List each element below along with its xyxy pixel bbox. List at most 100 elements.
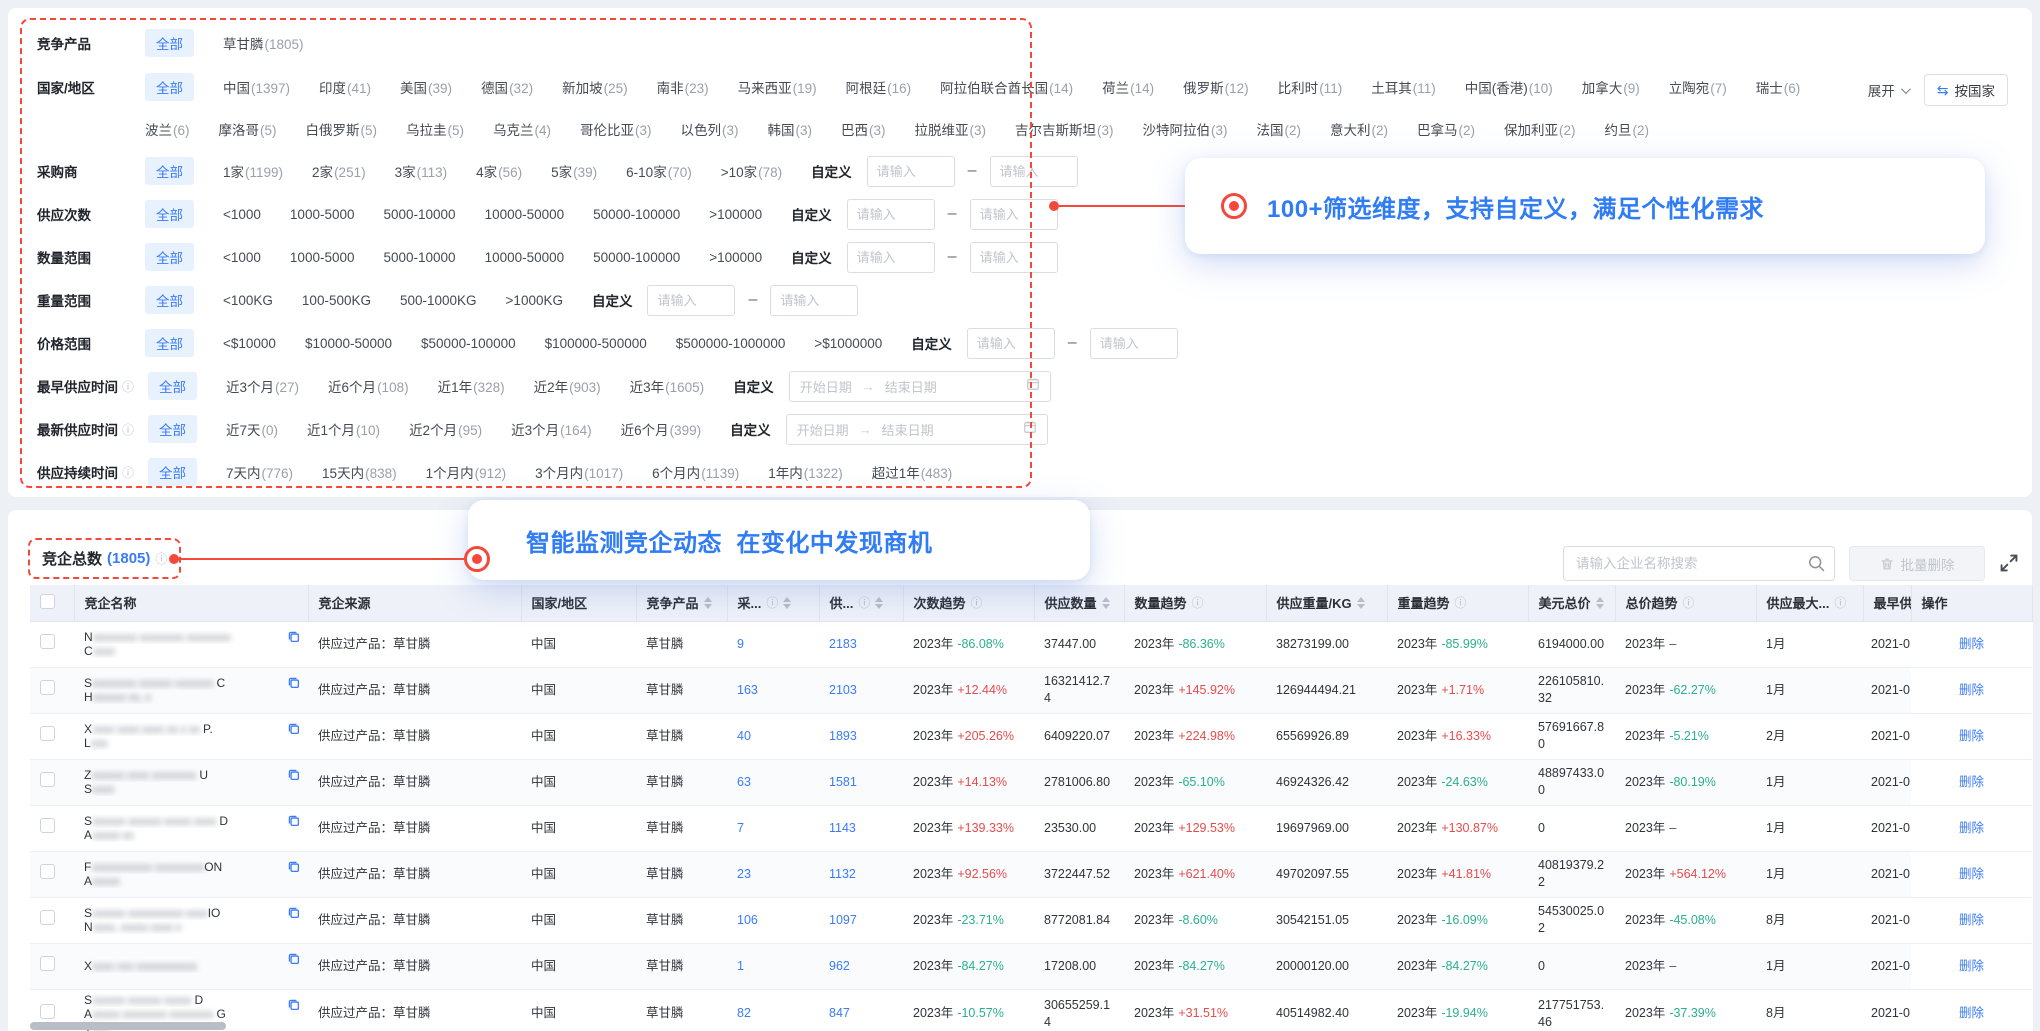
- fullscreen-icon[interactable]: [1998, 552, 2020, 574]
- custom-max-input[interactable]: [770, 285, 858, 316]
- custom-option[interactable]: 自定义: [791, 204, 832, 224]
- search-input[interactable]: [1563, 546, 1835, 581]
- custom-max-input[interactable]: [1090, 328, 1178, 359]
- filter-option[interactable]: 5000-10000: [383, 207, 455, 222]
- filter-all-chip[interactable]: 全部: [148, 415, 197, 443]
- filter-option[interactable]: 哥伦比亚(3): [580, 119, 652, 139]
- filter-option[interactable]: 近2个月(95): [409, 419, 482, 439]
- sort-icon[interactable]: [1102, 597, 1110, 609]
- row-checkbox[interactable]: [40, 726, 55, 741]
- buyers-count-cell[interactable]: 82: [727, 989, 819, 1031]
- delete-link[interactable]: 删除: [1959, 959, 1984, 973]
- info-icon[interactable]: ⓘ: [122, 378, 134, 395]
- row-checkbox[interactable]: [40, 772, 55, 787]
- supply-times-cell[interactable]: 1893: [819, 713, 903, 759]
- delete-link[interactable]: 删除: [1959, 913, 1984, 927]
- filter-option[interactable]: 荷兰(14): [1102, 77, 1154, 97]
- filter-option[interactable]: 2家(251): [312, 161, 366, 181]
- supply-times-cell[interactable]: 1581: [819, 759, 903, 805]
- filter-option[interactable]: 近3年(1605): [630, 376, 705, 396]
- row-checkbox[interactable]: [40, 818, 55, 833]
- custom-option[interactable]: 自定义: [733, 376, 774, 396]
- copy-icon[interactable]: [287, 998, 300, 1014]
- row-checkbox[interactable]: [40, 634, 55, 649]
- info-icon[interactable]: ⓘ: [1683, 594, 1695, 611]
- delete-link[interactable]: 删除: [1959, 821, 1984, 835]
- copy-icon[interactable]: [287, 860, 300, 876]
- info-icon[interactable]: ⓘ: [122, 464, 134, 481]
- buyers-count-cell[interactable]: 7: [727, 805, 819, 851]
- filter-option[interactable]: 6个月内(1139): [652, 462, 739, 482]
- supply-times-cell[interactable]: 1143: [819, 805, 903, 851]
- buyers-count-cell[interactable]: 9: [727, 621, 819, 667]
- filter-option[interactable]: 中国(香港)(10): [1465, 77, 1553, 97]
- filter-option[interactable]: 15天内(838): [322, 462, 397, 482]
- delete-link[interactable]: 删除: [1959, 729, 1984, 743]
- filter-option[interactable]: <$10000: [223, 336, 276, 351]
- filter-option[interactable]: 马来西亚(19): [738, 77, 817, 97]
- filter-option[interactable]: 1000-5000: [290, 250, 355, 265]
- supply-times-cell[interactable]: 962: [819, 943, 903, 989]
- custom-max-input[interactable]: [970, 199, 1058, 230]
- filter-all-chip[interactable]: 全部: [145, 29, 194, 57]
- filter-all-chip[interactable]: 全部: [145, 329, 194, 357]
- filter-option[interactable]: 乌拉圭(5): [406, 119, 464, 139]
- filter-option[interactable]: >100000: [709, 250, 762, 265]
- copy-icon[interactable]: [287, 676, 300, 692]
- filter-option[interactable]: $100000-500000: [545, 336, 647, 351]
- filter-option[interactable]: >100000: [709, 207, 762, 222]
- delete-link[interactable]: 删除: [1959, 637, 1984, 651]
- filter-option[interactable]: 乌克兰(4): [493, 119, 551, 139]
- filter-option[interactable]: <100KG: [223, 293, 273, 308]
- filter-option[interactable]: 近3个月(164): [511, 419, 592, 439]
- row-checkbox[interactable]: [40, 864, 55, 879]
- custom-min-input[interactable]: [847, 242, 935, 273]
- supply-times-cell[interactable]: 847: [819, 989, 903, 1031]
- filter-option[interactable]: 瑞士(6): [1756, 77, 1801, 97]
- sort-icon[interactable]: [704, 597, 712, 609]
- filter-option[interactable]: 10000-50000: [485, 250, 565, 265]
- filter-option[interactable]: 50000-100000: [593, 250, 680, 265]
- filter-option[interactable]: $10000-50000: [305, 336, 392, 351]
- filter-option[interactable]: 俄罗斯(12): [1183, 77, 1249, 97]
- filter-option[interactable]: 近2年(903): [534, 376, 601, 396]
- info-icon[interactable]: ⓘ: [122, 421, 134, 438]
- filter-option[interactable]: 德国(32): [481, 77, 533, 97]
- date-range-picker[interactable]: 开始日期→结束日期: [786, 414, 1048, 445]
- filter-option[interactable]: >$1000000: [814, 336, 882, 351]
- filter-all-chip[interactable]: 全部: [145, 200, 194, 228]
- custom-min-input[interactable]: [867, 156, 955, 187]
- filter-all-chip[interactable]: 全部: [145, 73, 194, 101]
- filter-option[interactable]: 10000-50000: [485, 207, 565, 222]
- custom-min-input[interactable]: [647, 285, 735, 316]
- filter-all-chip[interactable]: 全部: [148, 458, 197, 486]
- filter-option[interactable]: 1个月内(912): [426, 462, 507, 482]
- filter-option[interactable]: 近1年(328): [438, 376, 505, 396]
- buyers-count-cell[interactable]: 1: [727, 943, 819, 989]
- supply-times-cell[interactable]: 2183: [819, 621, 903, 667]
- filter-option[interactable]: 阿拉伯联合酋长国(14): [940, 77, 1073, 97]
- filter-all-chip[interactable]: 全部: [145, 243, 194, 271]
- supply-times-cell[interactable]: 1132: [819, 851, 903, 897]
- filter-option[interactable]: 5000-10000: [383, 250, 455, 265]
- filter-option[interactable]: 白俄罗斯(5): [306, 119, 378, 139]
- select-all-checkbox[interactable]: [40, 594, 55, 609]
- filter-option[interactable]: 韩国(3): [768, 119, 813, 139]
- info-icon[interactable]: ⓘ: [155, 550, 167, 567]
- filter-option[interactable]: 阿根廷(16): [846, 77, 912, 97]
- filter-option[interactable]: >10家(78): [721, 161, 782, 181]
- filter-option[interactable]: 1000-5000: [290, 207, 355, 222]
- filter-all-chip[interactable]: 全部: [145, 286, 194, 314]
- info-icon[interactable]: ⓘ: [1455, 594, 1467, 611]
- delete-link[interactable]: 删除: [1959, 1006, 1984, 1020]
- filter-option[interactable]: 近7天(0): [226, 419, 278, 439]
- filter-option[interactable]: 波兰(6): [145, 119, 190, 139]
- custom-option[interactable]: 自定义: [811, 161, 852, 181]
- filter-option[interactable]: >1000KG: [506, 293, 563, 308]
- filter-option[interactable]: 3家(113): [395, 161, 448, 181]
- filter-option[interactable]: <1000: [223, 250, 261, 265]
- filter-option[interactable]: 3个月内(1017): [535, 462, 623, 482]
- filter-option[interactable]: 南非(23): [657, 77, 709, 97]
- filter-option[interactable]: 约旦(2): [1605, 119, 1650, 139]
- filter-option[interactable]: 拉脱维亚(3): [915, 119, 987, 139]
